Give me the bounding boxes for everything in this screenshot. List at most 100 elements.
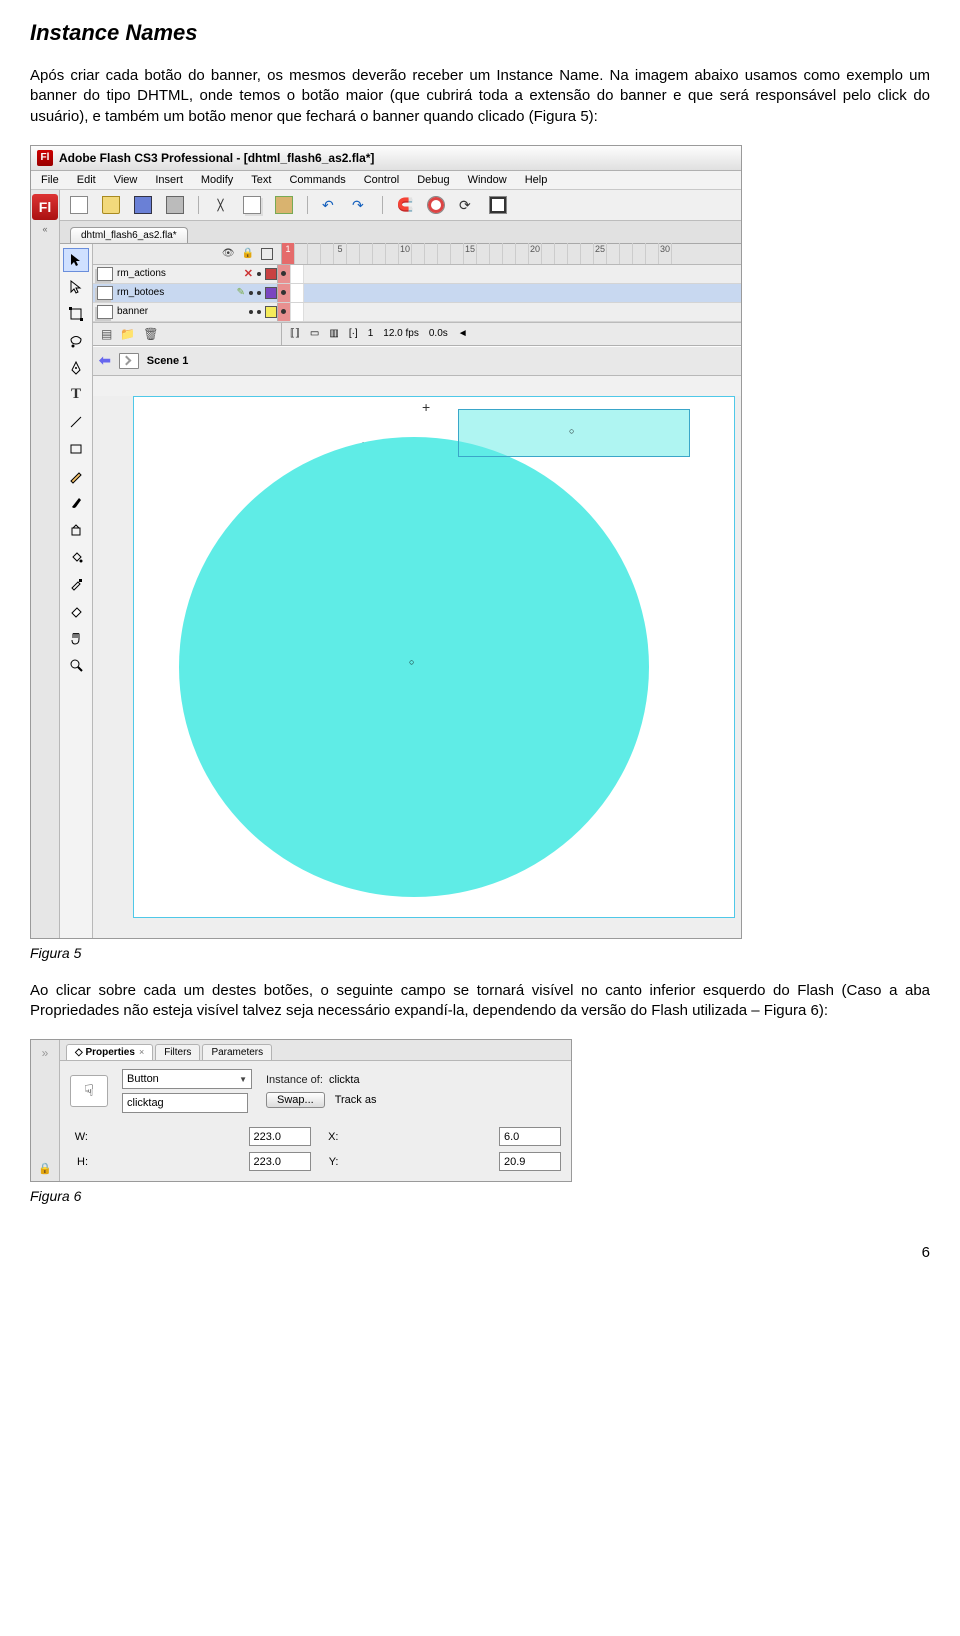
dock-collapse-icon[interactable]: « [42, 224, 47, 234]
properties-tabs: ◇ Properties× Filters Parameters [60, 1040, 571, 1061]
circle-shape[interactable] [179, 437, 649, 897]
main-toolbar [60, 190, 741, 221]
width-input[interactable]: 223.0 [249, 1127, 311, 1146]
cut-icon[interactable] [213, 197, 229, 213]
y-input[interactable]: 20.9 [499, 1152, 561, 1171]
menu-commands[interactable]: Commands [289, 174, 345, 186]
instance-name-input[interactable]: clicktag [122, 1093, 248, 1113]
menu-control[interactable]: Control [364, 174, 399, 186]
paste-icon[interactable] [275, 196, 293, 214]
symbol-type-dropdown[interactable]: Button ▼ [122, 1069, 252, 1089]
back-arrow-icon[interactable]: ⬅ [99, 352, 111, 369]
smooth-icon[interactable] [427, 196, 445, 214]
x-input[interactable]: 6.0 [499, 1127, 561, 1146]
hide-layer-icon[interactable]: ✕ [244, 267, 253, 280]
free-transform-tool-icon[interactable] [63, 302, 89, 326]
line-tool-icon[interactable] [63, 410, 89, 434]
rectangle-tool-icon[interactable] [63, 437, 89, 461]
timeline-layer-row[interactable]: rm_botoes ✎ [93, 284, 741, 303]
save-icon[interactable] [134, 196, 152, 214]
new-icon[interactable] [70, 196, 88, 214]
menu-file[interactable]: File [41, 174, 59, 186]
lock-constrain-icon[interactable]: 🔒 [38, 1162, 52, 1175]
dot-icon[interactable] [249, 291, 253, 295]
tab-filters[interactable]: Filters [155, 1044, 200, 1060]
document-tab[interactable]: dhtml_flash6_as2.fla* [70, 227, 188, 243]
onion-skin-icon[interactable]: ⟦⟧ [290, 328, 300, 339]
scene-name[interactable]: Scene 1 [147, 355, 189, 367]
outline-color-icon[interactable] [265, 268, 277, 280]
timeline-layer-row[interactable]: rm_actions ✕ [93, 265, 741, 284]
edit-layer-icon[interactable]: ✎ [237, 287, 245, 298]
menu-debug[interactable]: Debug [417, 174, 449, 186]
scroll-left-icon[interactable]: ◄ [458, 328, 468, 339]
dot-icon[interactable] [257, 310, 261, 314]
layer-name: rm_botoes [117, 287, 164, 298]
menu-modify[interactable]: Modify [201, 174, 233, 186]
dot-icon[interactable] [257, 291, 261, 295]
onion-skin-icon[interactable]: ▭ [310, 328, 319, 339]
undo-icon[interactable] [322, 197, 338, 213]
swap-button[interactable]: Swap... [266, 1092, 325, 1108]
transform-point-icon: ○ [569, 426, 574, 436]
eye-icon[interactable] [222, 248, 235, 259]
lasso-tool-icon[interactable] [63, 329, 89, 353]
menu-edit[interactable]: Edit [77, 174, 96, 186]
rotate-icon[interactable] [459, 197, 475, 213]
eyedropper-tool-icon[interactable] [63, 572, 89, 596]
lock-icon[interactable] [242, 248, 254, 259]
paint-bucket-tool-icon[interactable] [63, 545, 89, 569]
timeline-layer-row[interactable]: banner [93, 303, 741, 322]
onion-skin-icon[interactable]: [·] [349, 328, 358, 339]
tab-parameters[interactable]: Parameters [202, 1044, 272, 1060]
print-icon[interactable] [166, 196, 184, 214]
instance-of-value: clickta [329, 1074, 360, 1086]
selection-tool-icon[interactable] [63, 248, 89, 272]
separator [198, 196, 199, 214]
pen-tool-icon[interactable] [63, 356, 89, 380]
frame-number: 25 [594, 243, 607, 264]
outline-color-icon[interactable] [265, 306, 277, 318]
menu-text[interactable]: Text [251, 174, 271, 186]
outline-icon[interactable] [261, 248, 273, 260]
height-input[interactable]: 223.0 [249, 1152, 311, 1171]
lock-dot-icon[interactable] [257, 272, 261, 276]
snap-icon[interactable] [397, 197, 413, 213]
outline-color-icon[interactable] [265, 287, 277, 299]
layer-icon [97, 267, 113, 281]
stage[interactable]: + + ○ ○ [133, 396, 735, 918]
ink-bottle-tool-icon[interactable] [63, 518, 89, 542]
copy-icon[interactable] [243, 196, 261, 214]
eraser-tool-icon[interactable] [63, 599, 89, 623]
onion-skin-icon[interactable]: ▥ [329, 328, 338, 339]
open-icon[interactable] [102, 196, 120, 214]
menu-help[interactable]: Help [525, 174, 548, 186]
x-label: X: [321, 1131, 339, 1143]
flash-dock-icon[interactable]: Fl [32, 194, 58, 220]
align-icon[interactable] [489, 196, 507, 214]
brush-tool-icon[interactable] [63, 491, 89, 515]
new-layer-icon[interactable]: ▤ [101, 327, 112, 341]
selected-button-bbox[interactable]: ○ [458, 409, 690, 457]
menubar: File Edit View Insert Modify Text Comman… [31, 171, 741, 190]
subselection-tool-icon[interactable] [63, 275, 89, 299]
timeline-frame-ruler[interactable]: 1 5 10 15 20 25 [282, 244, 741, 264]
symbol-type-value: Button [127, 1073, 159, 1085]
frame-number: 1 [282, 243, 295, 264]
hand-tool-icon[interactable] [63, 626, 89, 650]
redo-icon[interactable] [352, 197, 368, 213]
frame-number: 10 [399, 243, 412, 264]
frame-number: 30 [659, 243, 672, 264]
collapse-arrow-icon[interactable]: » [42, 1046, 49, 1060]
menu-view[interactable]: View [114, 174, 138, 186]
tab-properties[interactable]: ◇ Properties× [66, 1044, 153, 1060]
delete-layer-icon[interactable]: 🗑 [143, 327, 158, 341]
text-tool-icon[interactable]: T [63, 383, 89, 407]
dot-icon[interactable] [249, 310, 253, 314]
menu-insert[interactable]: Insert [155, 174, 183, 186]
dock-side-strip: Fl « [31, 190, 60, 938]
pencil-tool-icon[interactable] [63, 464, 89, 488]
new-folder-icon[interactable]: 📁 [120, 327, 135, 341]
zoom-tool-icon[interactable] [63, 653, 89, 677]
menu-window[interactable]: Window [468, 174, 507, 186]
